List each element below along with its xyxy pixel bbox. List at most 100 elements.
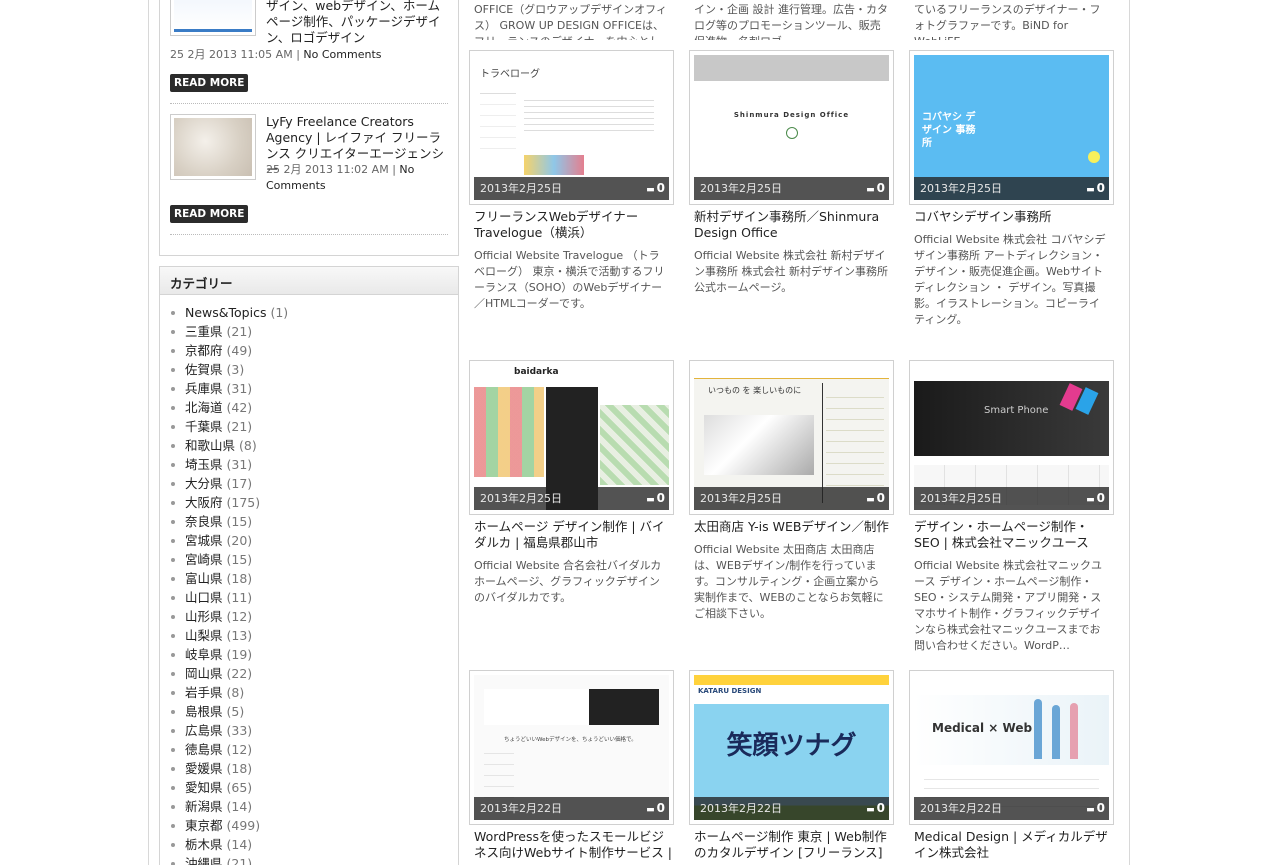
site-screenshot[interactable]: KATARU DESIGN 笑顔ツナグ 2013年2月22日 ▬ 0 [689,670,894,825]
recent-post-meta: 25 2月 2013 11:05 AM | No Comments [170,47,382,63]
category-item: 千葉県 (21) [160,417,458,436]
screenshot-logo: KATARU DESIGN [698,687,762,695]
card-title[interactable]: ホームページ デザイン制作 | バイダルカ | 福島県郡山市 [474,519,674,551]
category-link[interactable]: 山口県 [185,590,223,605]
card-comments[interactable]: ▬ 0 [646,487,665,512]
category-link[interactable]: 大阪府 [185,495,223,510]
category-link[interactable]: 沖縄県 [185,856,223,865]
card-comments[interactable]: ▬ 0 [1086,487,1105,512]
card-comments[interactable]: ▬ 0 [646,177,665,202]
card-title[interactable]: フリーランスWebデザイナー Travelogue（横浜） [474,209,674,241]
category-link[interactable]: 埼玉県 [185,457,223,472]
card-comments[interactable]: ▬ 0 [866,487,885,512]
card-comments[interactable]: ▬ 0 [646,797,665,822]
category-count: (65) [226,780,253,795]
recent-post-title[interactable]: ザイン、webデザイン、ホームページ制作、パッケージデザイン、ロゴデザイン [266,0,452,46]
categories-heading: カテゴリー [160,267,458,295]
meta-separator: | [296,48,300,61]
recent-post-meta: 25 2月 2013 11:02 AM | No Comments [266,162,452,194]
card-meta-bar: 2013年2月22日 ▬ 0 [914,797,1109,820]
category-item: 和歌山県 (8) [160,436,458,455]
category-count: (499) [226,818,261,833]
category-link[interactable]: 宮崎県 [185,552,223,567]
category-link[interactable]: 大分県 [185,476,223,491]
category-link[interactable]: 愛媛県 [185,761,223,776]
category-count: (3) [226,362,245,377]
card-meta-bar: 2013年2月25日 ▬ 0 [474,177,669,200]
read-more-button[interactable]: READ MORE [170,205,249,223]
site-screenshot[interactable]: コバヤシ デザイン 事務所 2013年2月25日 ▬ 0 [909,50,1114,205]
site-screenshot[interactable]: Shinmura Design Office 2013年2月25日 ▬ 0 [689,50,894,205]
category-count: (5) [226,704,245,719]
screenshot-text: いつもの を 楽しいものに [708,386,802,395]
category-link[interactable]: 京都府 [185,343,223,358]
category-link[interactable]: 東京都 [185,818,223,833]
category-count: (15) [226,514,253,529]
card-title[interactable]: デザイン・ホームページ制作・SEO | 株式会社マニックユース [914,519,1114,551]
card-title[interactable]: コバヤシデザイン事務所 [914,209,1114,225]
category-count: (49) [226,343,253,358]
category-link[interactable]: 宮城県 [185,533,223,548]
category-item: 山形県 (12) [160,607,458,626]
read-more-button[interactable]: READ MORE [170,74,249,92]
recent-post-comments-link[interactable]: No Comments [303,48,381,61]
card-title[interactable]: 新村デザイン事務所／Shinmura Design Office [694,209,894,241]
category-link[interactable]: 山梨県 [185,628,223,643]
card-comments[interactable]: ▬ 0 [1086,797,1105,822]
site-screenshot[interactable]: Medical × Web 2013年2月22日 ▬ 0 [909,670,1114,825]
category-count: (17) [226,476,253,491]
category-link[interactable]: 島根県 [185,704,223,719]
comment-count: 0 [1096,801,1105,815]
category-link[interactable]: 奈良県 [185,514,223,529]
card-title[interactable]: ホームページ制作 東京 | Web制作のカタルデザイン [フリーランス] [694,829,894,861]
category-link[interactable]: 北海道 [185,400,223,415]
recent-post-thumbnail[interactable] [170,0,256,36]
category-link[interactable]: 岩手県 [185,685,223,700]
card-comments[interactable]: ▬ 0 [1086,177,1105,202]
category-item: 沖縄県 (21) [160,854,458,865]
category-count: (12) [226,742,253,757]
card-title[interactable]: 太田商店 Y-is WEBデザイン／制作 [694,519,894,535]
category-item: 大阪府 (175) [160,493,458,512]
card-description: Official Website 株式会社 コバヤシデザイン事務所 アートディレ… [914,233,1106,326]
category-link[interactable]: 和歌山県 [185,438,235,453]
category-link[interactable]: News&Topics [185,305,266,320]
category-link[interactable]: 富山県 [185,571,223,586]
category-link[interactable]: 栃木県 [185,837,223,852]
category-link[interactable]: 広島県 [185,723,223,738]
screenshot-text: コバヤシ デザイン 事務所 [922,112,976,149]
category-item: 佐賀県 (3) [160,360,458,379]
category-item: 北海道 (42) [160,398,458,417]
recent-post-thumbnail[interactable] [170,114,256,180]
category-item: 愛知県 (65) [160,778,458,797]
category-link[interactable]: 岐阜県 [185,647,223,662]
category-item: 栃木県 (14) [160,835,458,854]
card-comments[interactable]: ▬ 0 [866,797,885,822]
category-link[interactable]: 岡山県 [185,666,223,681]
category-count: (14) [226,799,253,814]
category-link[interactable]: 三重県 [185,324,223,339]
site-screenshot[interactable]: Smart Phone 2013年2月25日 ▬ 0 [909,360,1114,515]
card-title[interactable]: WordPressを使ったスモールビジネス向けWebサイト制作サービス | [474,829,674,861]
site-screenshot[interactable]: トラベローグ 2013年2月25日 ▬ 0 [469,50,674,205]
comment-icon: ▬ [866,805,875,815]
card-comments[interactable]: ▬ 0 [866,177,885,202]
comment-count: 0 [656,491,665,505]
divider [170,103,448,104]
category-count: (21) [226,856,253,865]
category-link[interactable]: 兵庫県 [185,381,223,396]
category-link[interactable]: 佐賀県 [185,362,223,377]
comment-count: 0 [1096,181,1105,195]
category-link[interactable]: 千葉県 [185,419,223,434]
site-screenshot[interactable]: いつもの を 楽しいものに 2013年2月25日 ▬ 0 [689,360,894,515]
site-screenshot[interactable]: baidarka 2013年2月25日 ▬ 0 [469,360,674,515]
category-link[interactable]: 愛知県 [185,780,223,795]
category-link[interactable]: 山形県 [185,609,223,624]
category-count: (14) [226,837,253,852]
category-link[interactable]: 新潟県 [185,799,223,814]
site-screenshot[interactable]: ちょうどいいWebデザインを、ちょうどいい価格で。 2013年2月22日 ▬ 0 [469,670,674,825]
category-link[interactable]: 徳島県 [185,742,223,757]
category-item: 三重県 (21) [160,322,458,341]
card-title[interactable]: Medical Design | メディカルデザイン株式会社 [914,829,1114,861]
card-description: Official Website 株式会社 新村デザイン事務所 株式会社 新村デ… [694,249,888,294]
